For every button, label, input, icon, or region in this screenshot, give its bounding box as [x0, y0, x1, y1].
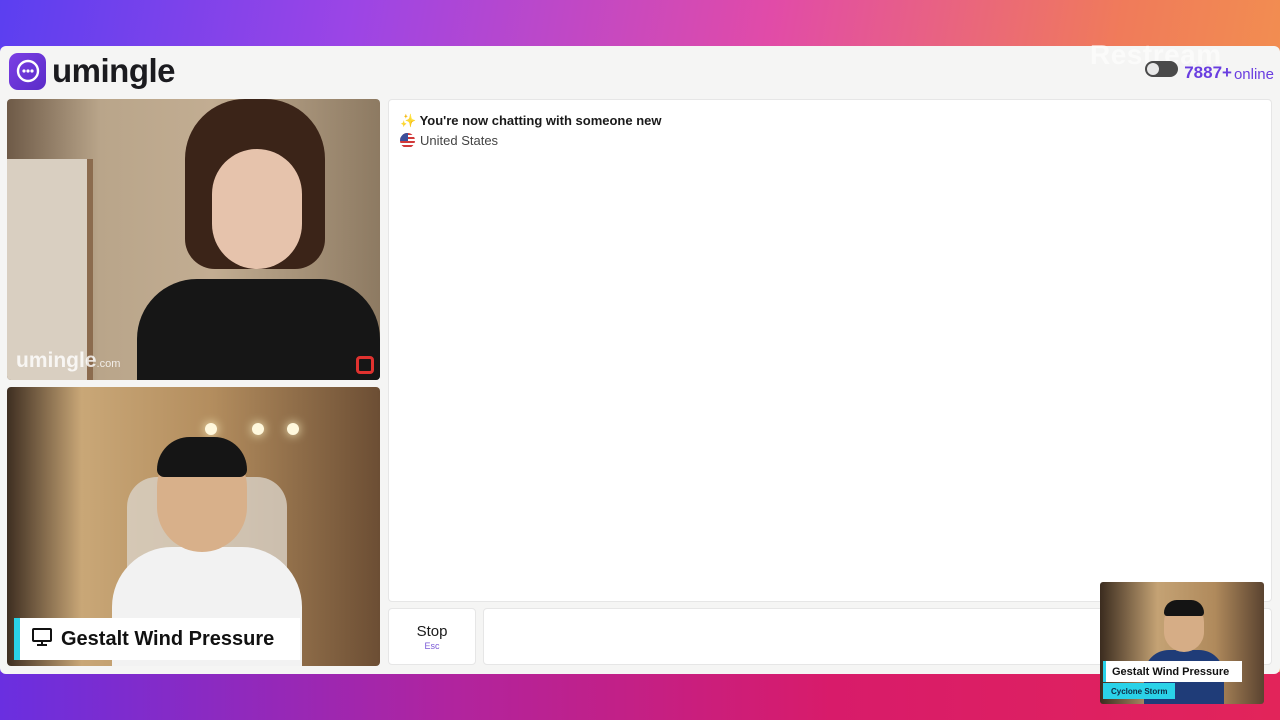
app-name: umingle	[52, 52, 176, 89]
stop-button[interactable]: Stop Esc	[388, 608, 476, 665]
header: umingle Restream 7887+ online	[0, 39, 1280, 98]
stranger-video: umingle.com	[7, 99, 380, 380]
app-window: umingle Restream 7887+ online umingle.co…	[0, 39, 1280, 674]
pip-subtitle: Cyclone Storm	[1103, 683, 1176, 699]
chat-panel: ✨ You're now chatting with someone new U…	[388, 99, 1272, 602]
streamer-nameplate: Gestalt Wind Pressure	[14, 618, 300, 660]
us-flag-icon	[400, 133, 415, 148]
video-background	[7, 159, 93, 380]
country-name: United States	[420, 133, 499, 148]
video-person-hair	[157, 437, 247, 477]
online-indicator: 7887+ online	[1145, 61, 1274, 83]
pip-webcam-overlay: Gestalt Wind Pressure Cyclone Storm	[1100, 582, 1264, 704]
pip-name: Gestalt Wind Pressure	[1103, 661, 1242, 682]
ceiling-light	[287, 423, 299, 435]
watermark-brand: umingle	[16, 349, 97, 372]
watermark-tld: .com	[96, 358, 121, 370]
report-icon[interactable]	[356, 356, 374, 374]
stop-label: Stop	[416, 622, 448, 640]
theme-toggle[interactable]	[1145, 61, 1179, 77]
chat-bubble-icon	[9, 52, 46, 90]
ceiling-light	[205, 423, 217, 435]
nameplate-text: Gestalt Wind Pressure	[61, 627, 275, 650]
monitor-icon	[31, 627, 53, 652]
ceiling-light	[252, 423, 264, 435]
chat-country: United States	[400, 133, 498, 148]
video-person-body	[137, 279, 380, 380]
pip-person-hair	[1164, 600, 1204, 616]
background-band	[0, 672, 1280, 720]
video-person-face	[212, 149, 302, 269]
stop-shortcut-hint: Esc	[424, 640, 440, 651]
logo[interactable]: umingle	[9, 52, 176, 90]
online-count: 7887+	[1184, 63, 1232, 82]
video-watermark: umingle.com	[16, 349, 120, 373]
online-label: online	[1233, 66, 1274, 83]
chat-status: ✨ You're now chatting with someone new	[400, 113, 662, 128]
